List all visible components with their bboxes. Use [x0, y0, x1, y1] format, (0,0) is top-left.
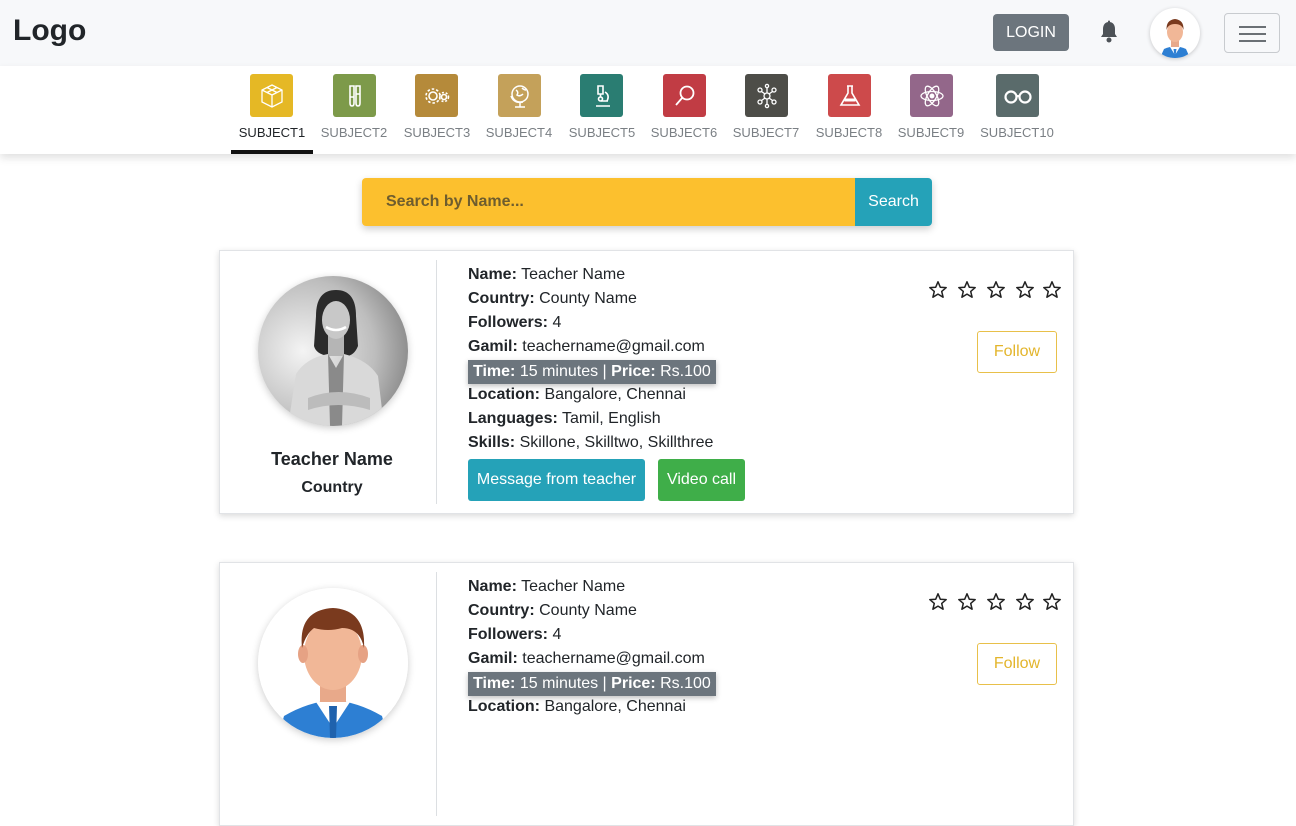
star-icon[interactable]	[1015, 592, 1035, 612]
country-row: Country: County Name	[468, 290, 637, 307]
card-divider	[436, 572, 437, 816]
active-tab-underline	[231, 150, 313, 154]
star-icon[interactable]	[1042, 280, 1062, 300]
star-rating	[928, 280, 1071, 300]
gears-icon	[415, 74, 458, 117]
skills-row: Skills: Skillone, Skilltwo, Skillthree	[468, 434, 714, 451]
tab-subject8[interactable]: SUBJECT8	[808, 66, 890, 154]
subject-tabs-bar: SUBJECT1 SUBJECT2 SUBJECT3 SUBJECT4 SUBJ…	[0, 66, 1296, 154]
logo[interactable]: Logo	[13, 14, 86, 48]
email-row: Gamil: teachername@gmail.com	[468, 650, 705, 667]
name-row: Name: Teacher Name	[468, 266, 626, 283]
bell-icon[interactable]	[1098, 20, 1120, 44]
follow-button[interactable]: Follow	[977, 643, 1057, 685]
teacher-country: Country	[301, 479, 363, 496]
globe-icon	[498, 74, 541, 117]
tab-subject10[interactable]: SUBJECT10	[976, 66, 1058, 154]
star-icon[interactable]	[928, 592, 948, 612]
teacher-details: Name: Teacher Name Country: County Name …	[468, 576, 716, 720]
atom-icon	[910, 74, 953, 117]
star-icon[interactable]	[957, 280, 977, 300]
star-icon[interactable]	[957, 592, 977, 612]
card-divider	[436, 260, 437, 504]
country-row: Country: County Name	[468, 602, 637, 619]
location-row: Location: Bangalore, Chennai	[468, 386, 686, 403]
search-button[interactable]: Search	[855, 178, 932, 226]
tab-subject3[interactable]: SUBJECT3	[396, 66, 478, 154]
microscope-icon	[580, 74, 623, 117]
star-rating	[928, 592, 1071, 612]
magnifier-icon	[663, 74, 706, 117]
teacher-card: Teacher Name Country Name: Teacher Name …	[219, 250, 1074, 514]
teacher-name: Teacher Name	[271, 449, 393, 469]
hamburger-icon	[1239, 26, 1266, 28]
tab-subject9[interactable]: SUBJECT9	[890, 66, 972, 154]
tab-subject2[interactable]: SUBJECT2	[313, 66, 395, 154]
teacher-photo	[258, 588, 408, 738]
tab-subject6[interactable]: SUBJECT6	[643, 66, 725, 154]
star-icon[interactable]	[1015, 280, 1035, 300]
star-icon[interactable]	[986, 592, 1006, 612]
message-teacher-button[interactable]: Message from teacher	[468, 459, 645, 501]
name-row: Name: Teacher Name	[468, 578, 626, 595]
user-avatar[interactable]	[1150, 8, 1200, 58]
tab-subject4[interactable]: SUBJECT4	[478, 66, 560, 154]
languages-row: Languages: Tamil, English	[468, 410, 661, 427]
teacher-photo	[258, 276, 408, 426]
followers-row: Followers: 4	[468, 626, 562, 643]
tab-subject5[interactable]: SUBJECT5	[561, 66, 643, 154]
star-icon[interactable]	[1042, 592, 1062, 612]
search-input[interactable]	[362, 178, 855, 226]
time-price-row: Time: 15 minutes | Price: Rs.100	[468, 672, 716, 696]
teacher-card: Name: Teacher Name Country: County Name …	[219, 562, 1074, 826]
followers-row: Followers: 4	[468, 314, 562, 331]
follow-button[interactable]: Follow	[977, 331, 1057, 373]
top-navbar: Logo LOGIN	[0, 0, 1296, 66]
time-price-row: Time: 15 minutes | Price: Rs.100	[468, 360, 716, 384]
molecule-icon	[745, 74, 788, 117]
test-tubes-icon	[333, 74, 376, 117]
star-icon[interactable]	[986, 280, 1006, 300]
tab-subject7[interactable]: SUBJECT7	[725, 66, 807, 154]
tab-subject1[interactable]: SUBJECT1	[231, 66, 313, 154]
cube-icon	[250, 74, 293, 117]
search-bar: Search	[362, 178, 932, 226]
video-call-button[interactable]: Video call	[658, 459, 745, 501]
hamburger-menu-button[interactable]	[1224, 13, 1280, 53]
star-icon[interactable]	[928, 280, 948, 300]
teacher-details: Name: Teacher Name Country: County Name …	[468, 264, 716, 456]
flask-icon	[828, 74, 871, 117]
login-button[interactable]: LOGIN	[993, 14, 1069, 51]
location-row: Location: Bangalore, Chennai	[468, 698, 686, 715]
email-row: Gamil: teachername@gmail.com	[468, 338, 705, 355]
glasses-icon	[996, 74, 1039, 117]
